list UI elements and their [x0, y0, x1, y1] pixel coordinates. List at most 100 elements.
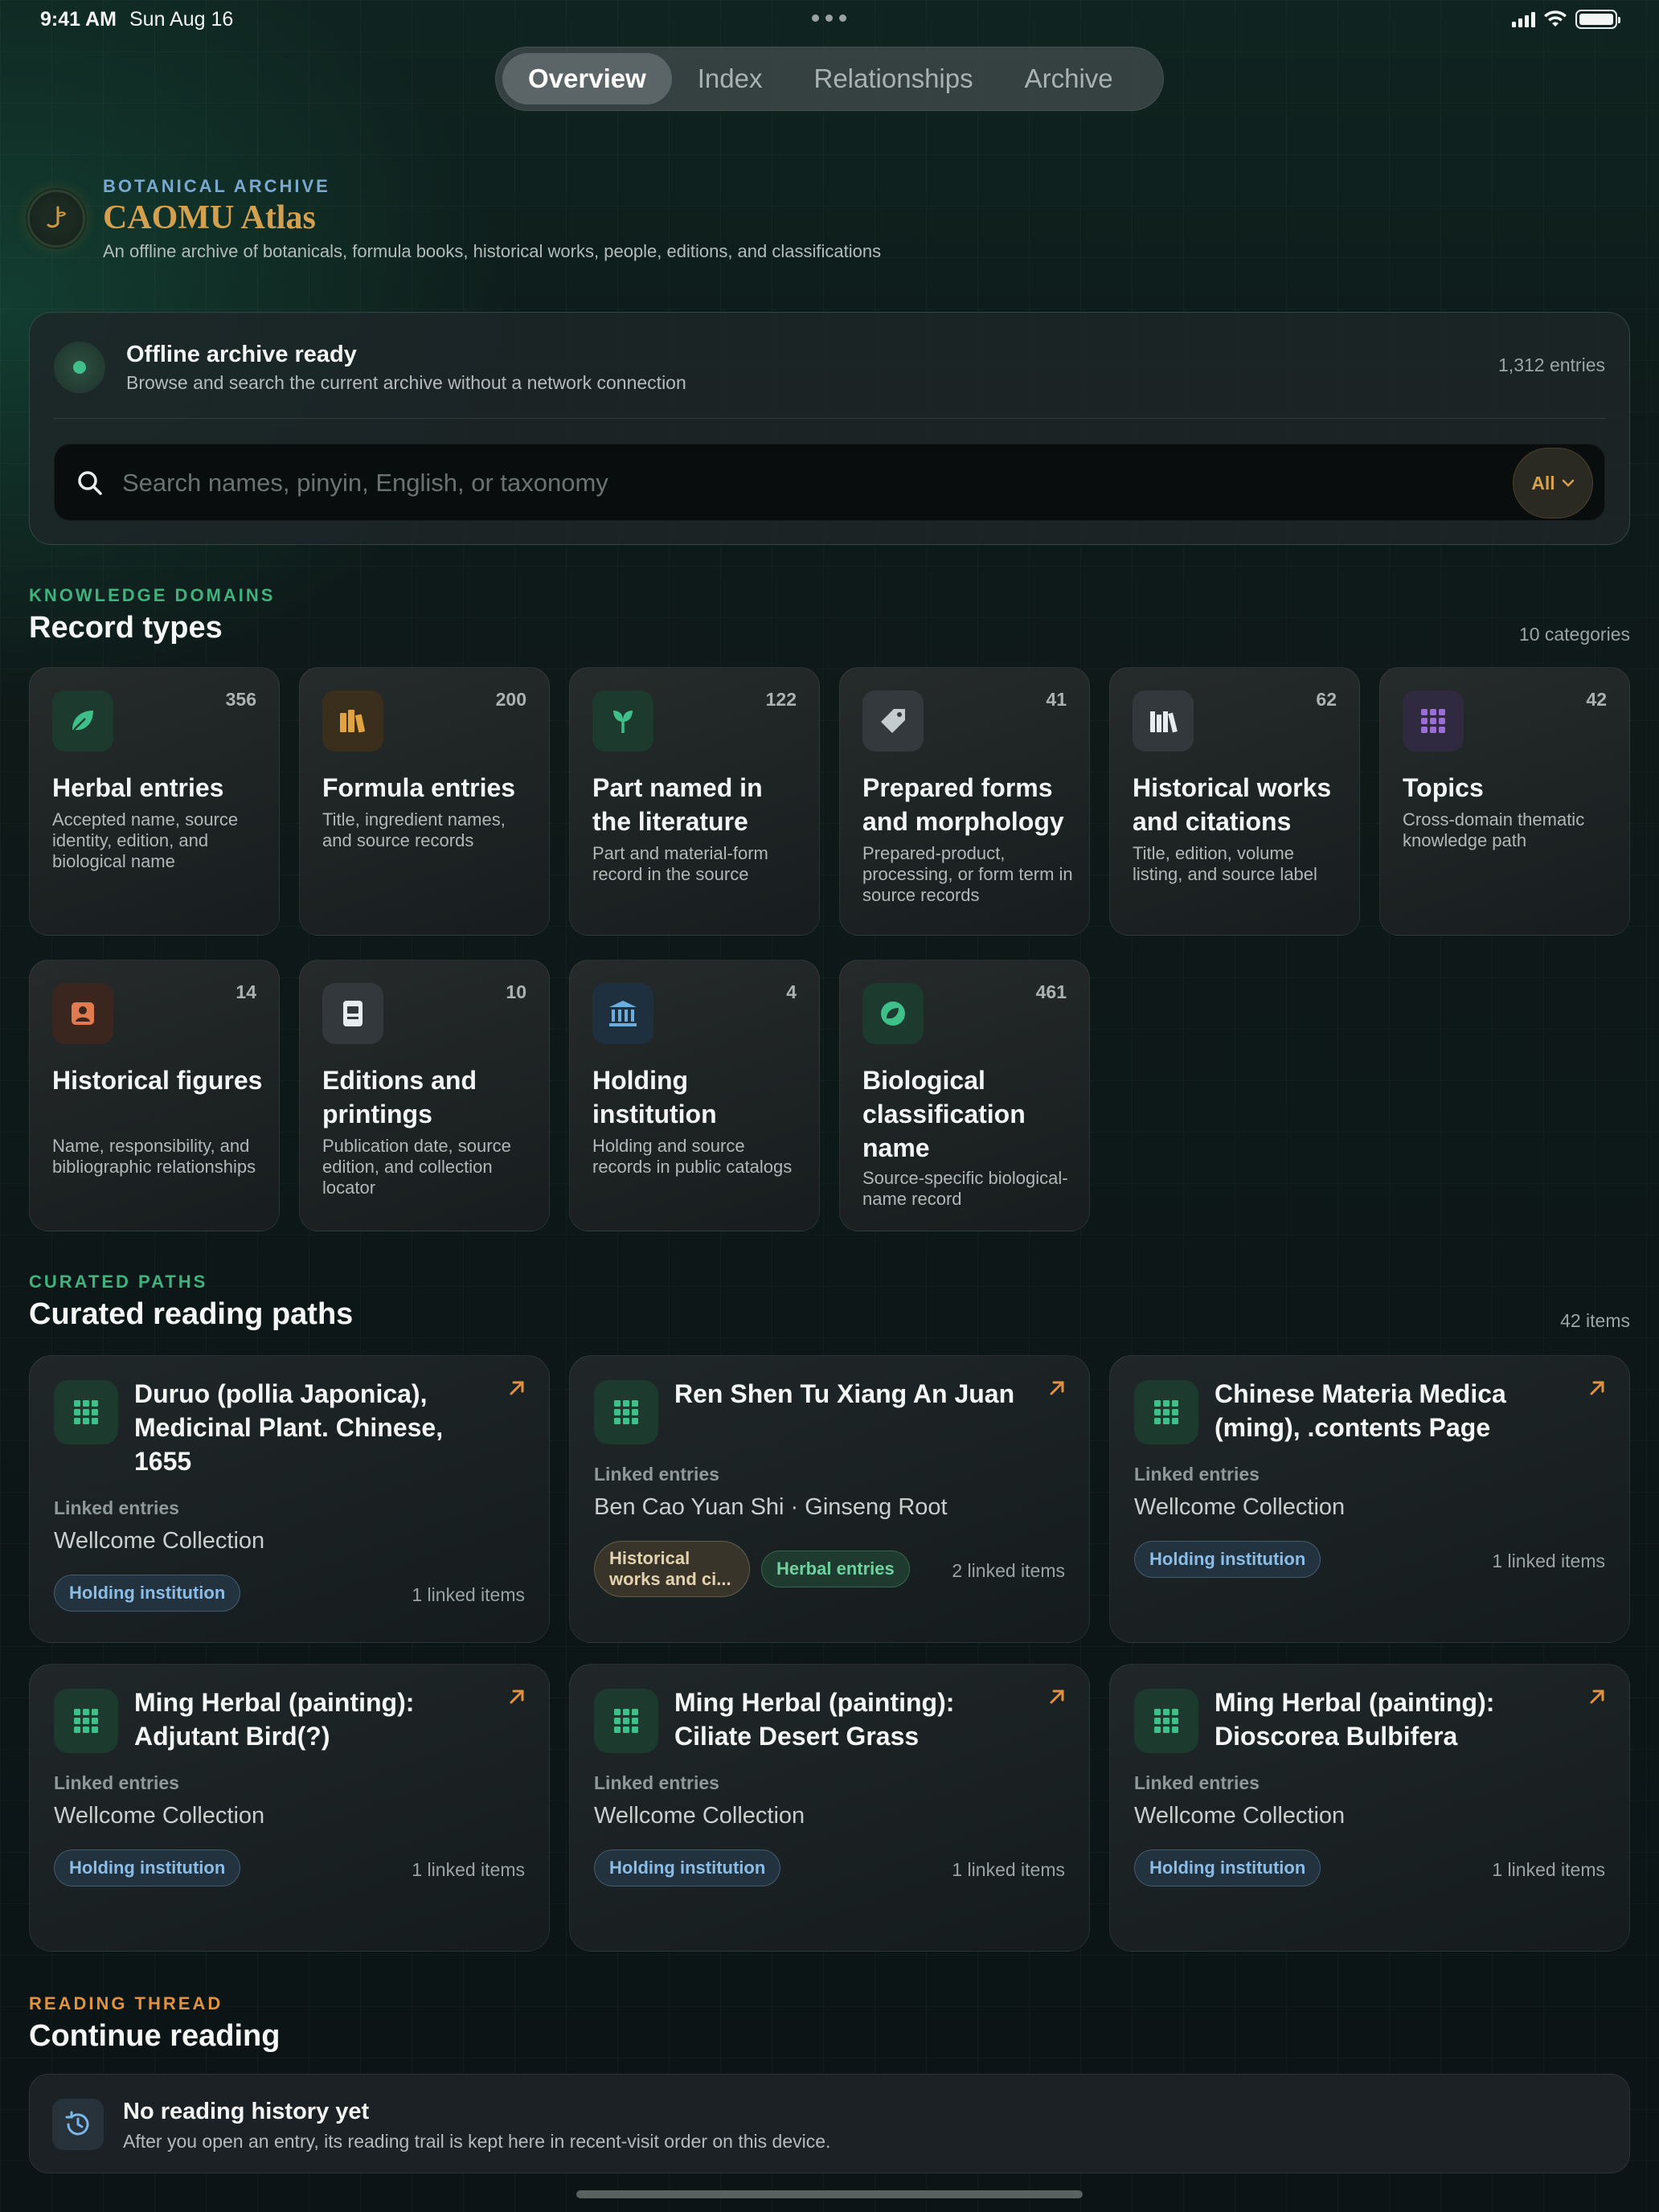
paths-eyebrow: CURATED PATHS	[29, 1272, 208, 1292]
domain-card-holding-institution[interactable]: 4 Holding institution Holding and source…	[569, 960, 820, 1231]
path-card[interactable]: Duruo (pollia Japonica), Medicinal Plant…	[29, 1355, 550, 1643]
domain-count: 356	[225, 689, 256, 710]
tag-holding-institution[interactable]: Holding institution	[54, 1575, 241, 1612]
domain-title: Editions and printings	[322, 1066, 477, 1129]
linked-entries-value: Wellcome Collection	[54, 1528, 265, 1554]
domain-card-historical-figures[interactable]: 14 Historical figures Name, responsibili…	[29, 960, 280, 1231]
path-title: Duruo (pollia Japonica), Medicinal Plant…	[134, 1379, 444, 1476]
main-tab-bar: Overview Index Relationships Archive	[495, 47, 1164, 111]
tag-holding-institution[interactable]: Holding institution	[594, 1849, 781, 1886]
home-indicator[interactable]	[576, 2190, 1083, 2198]
linked-count: 1 linked items	[952, 1859, 1065, 1880]
arrow-up-right-icon[interactable]	[507, 1378, 526, 1398]
tag-list: Holding institution	[54, 1575, 241, 1612]
arrow-up-right-icon[interactable]	[1587, 1378, 1607, 1398]
arrow-up-right-icon[interactable]	[1047, 1687, 1067, 1706]
history-clock-icon	[52, 2099, 104, 2150]
domain-card-prepared-forms[interactable]: 41 Prepared forms and morphology Prepare…	[839, 667, 1090, 936]
domain-card-herbal-entries[interactable]: 356 Herbal entries Accepted name, source…	[29, 667, 280, 936]
institution-icon	[592, 983, 653, 1044]
linked-entries-label: Linked entries	[1134, 1464, 1260, 1485]
tab-overview[interactable]: Overview	[502, 53, 672, 104]
linked-entries-value: Wellcome Collection	[594, 1803, 805, 1829]
grid-icon	[1403, 690, 1464, 752]
cellular-signal-icon	[1512, 11, 1535, 27]
tag-holding-institution[interactable]: Holding institution	[54, 1849, 241, 1886]
tag-holding-institution[interactable]: Holding institution	[1134, 1849, 1321, 1886]
paths-title: Curated reading paths	[29, 1297, 354, 1331]
logo-emblem-icon	[47, 206, 67, 228]
linked-entries-label: Linked entries	[54, 1772, 179, 1793]
path-card[interactable]: Chinese Materia Medica (ming), .contents…	[1109, 1355, 1630, 1643]
grid-icon	[1134, 1689, 1198, 1753]
person-card-icon	[52, 983, 113, 1044]
linked-count: 1 linked items	[1492, 1859, 1605, 1880]
tag-herbal-entries[interactable]: Herbal entries	[761, 1550, 910, 1587]
divider	[54, 418, 1605, 419]
grid-icon	[54, 1689, 118, 1753]
filter-dropdown[interactable]: All	[1513, 448, 1593, 518]
domain-card-editions[interactable]: 10 Editions and printings Publication da…	[299, 960, 550, 1231]
domain-description: Holding and source records in public cat…	[592, 1136, 793, 1177]
path-card[interactable]: Ming Herbal (painting): Dioscorea Bulbif…	[1109, 1664, 1630, 1952]
tag-list: Holding institution	[594, 1849, 781, 1886]
linked-entries-label: Linked entries	[54, 1497, 179, 1518]
status-indicators	[1512, 10, 1620, 29]
domain-card-formula-entries[interactable]: 200 Formula entries Title, ingredient na…	[299, 667, 550, 936]
grid-icon	[54, 1380, 118, 1444]
linked-count: 1 linked items	[412, 1584, 525, 1605]
domain-title: Herbal entries	[52, 773, 224, 802]
tag-holding-institution[interactable]: Holding institution	[1134, 1541, 1321, 1578]
linked-entries-value: Wellcome Collection	[1134, 1494, 1346, 1520]
domain-description: Accepted name, source identity, edition,…	[52, 809, 239, 871]
app-screen: 9:41 AM Sun Aug 16 Overview Index Relati…	[0, 0, 1659, 2212]
search-placeholder: Search names, pinyin, English, or taxono…	[122, 469, 608, 497]
tab-archive[interactable]: Archive	[999, 53, 1139, 104]
linked-count: 1 linked items	[1492, 1550, 1605, 1571]
path-title: Chinese Materia Medica (ming), .contents…	[1215, 1379, 1506, 1442]
domain-card-historical-works[interactable]: 62 Historical works and citations Title,…	[1109, 667, 1360, 936]
offline-subtitle: Browse and search the current archive wi…	[126, 372, 686, 393]
library-icon	[1133, 690, 1194, 752]
filter-label: All	[1531, 472, 1555, 494]
tab-index[interactable]: Index	[672, 53, 789, 104]
domain-count: 62	[1316, 689, 1337, 710]
reading-history-card: No reading history yet After you open an…	[29, 2074, 1630, 2173]
linked-entries-label: Linked entries	[1134, 1772, 1260, 1793]
domain-count: 461	[1035, 981, 1067, 1002]
linked-count: 1 linked items	[412, 1859, 525, 1880]
path-title: Ming Herbal (painting): Dioscorea Bulbif…	[1215, 1688, 1495, 1751]
domains-title: Record types	[29, 611, 223, 645]
domain-count: 14	[236, 981, 256, 1002]
path-card[interactable]: Ming Herbal (painting): Adjutant Bird(?)…	[29, 1664, 550, 1952]
domain-card-biological-classification[interactable]: 461 Biological classification name Sourc…	[839, 960, 1090, 1231]
entries-count: 1,312 entries	[1498, 354, 1605, 375]
domain-title: Prepared forms and morphology	[862, 773, 1064, 836]
domain-card-topics[interactable]: 42 Topics Cross-domain thematic knowledg…	[1379, 667, 1630, 936]
path-card[interactable]: Ren Shen Tu Xiang An Juan Linked entries…	[569, 1355, 1090, 1643]
domain-card-part-named[interactable]: 122 Part named in the literature Part an…	[569, 667, 820, 936]
domain-count: 4	[786, 981, 797, 1002]
path-title: Ming Herbal (painting): Ciliate Desert G…	[674, 1688, 955, 1751]
grid-icon	[594, 1689, 658, 1753]
wifi-icon	[1544, 10, 1567, 27]
tab-relationships[interactable]: Relationships	[789, 53, 999, 104]
domains-count: 10 categories	[1518, 624, 1630, 645]
domain-title: Historical figures	[52, 1066, 263, 1095]
grid-icon	[1134, 1380, 1198, 1444]
arrow-up-right-icon[interactable]	[1587, 1687, 1607, 1706]
tag-historical-works[interactable]: Historical works and ci...	[594, 1541, 750, 1597]
app-title: CAOMU Atlas	[103, 199, 316, 236]
path-card[interactable]: Ming Herbal (painting): Ciliate Desert G…	[569, 1664, 1090, 1952]
arrow-up-right-icon[interactable]	[507, 1687, 526, 1706]
arrow-up-right-icon[interactable]	[1047, 1378, 1067, 1398]
domain-description: Cross-domain thematic knowledge path	[1403, 809, 1585, 850]
status-time: 9:41 AM	[40, 8, 117, 31]
domain-description: Source-specific biological-name record	[862, 1168, 1068, 1209]
domain-description: Publication date, source edition, and co…	[322, 1136, 511, 1198]
offline-status-card: Offline archive ready Browse and search …	[29, 312, 1630, 545]
multitasking-dots-icon[interactable]	[812, 14, 846, 22]
linked-entries-value: Wellcome Collection	[1134, 1803, 1346, 1829]
search-input[interactable]: Search names, pinyin, English, or taxono…	[54, 444, 1605, 521]
tag-list: Historical works and ci... Herbal entrie…	[594, 1541, 910, 1597]
